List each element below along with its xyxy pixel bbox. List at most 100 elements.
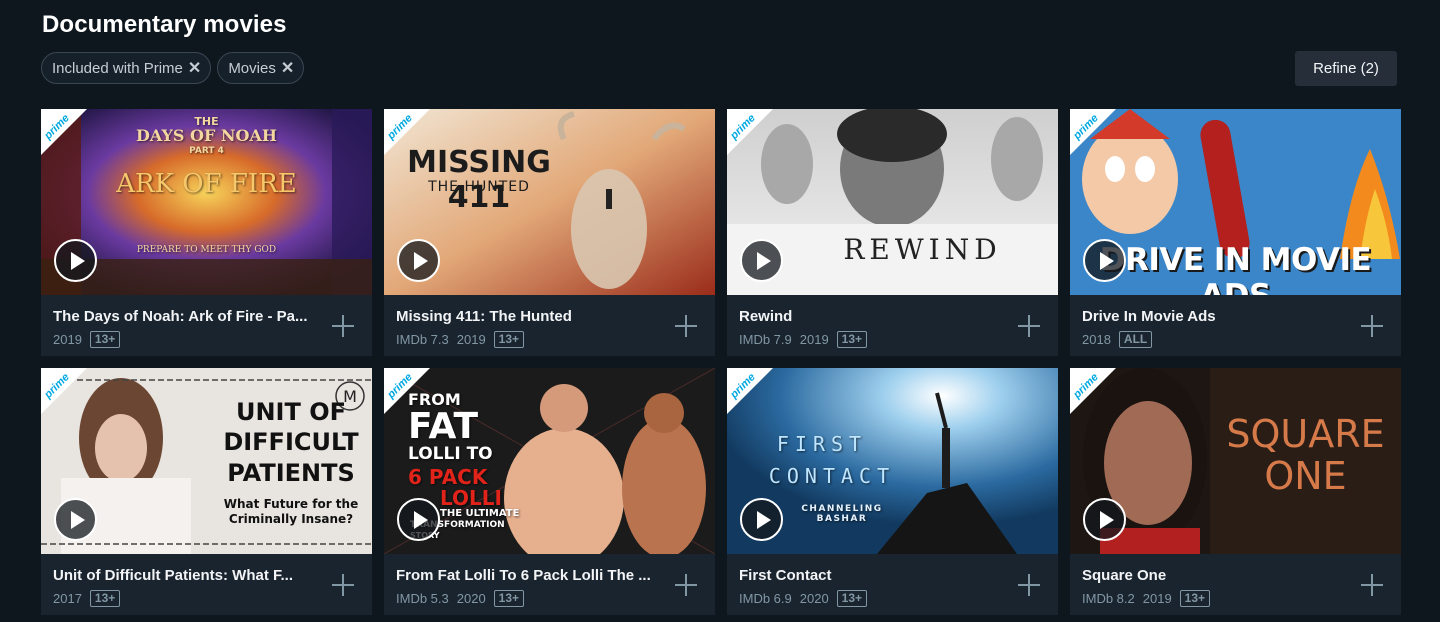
- movie-year: 2018: [1082, 332, 1111, 347]
- movie-thumbnail[interactable]: THE DAYS OF NOAH PART 4 ARK OF FIRE PREP…: [41, 109, 372, 295]
- movie-meta: 2017 13+: [53, 590, 323, 607]
- movie-info: Missing 411: The Hunted IMDb 7.3 2019 13…: [396, 308, 666, 348]
- play-button[interactable]: [397, 498, 440, 541]
- movie-thumbnail[interactable]: FIRST CONTACT CHANNELING BASHAR prime: [727, 368, 1058, 554]
- movie-title[interactable]: The Days of Noah: Ark of Fire - Pa...: [53, 308, 315, 325]
- movie-thumbnail[interactable]: M UNIT OF DIFFICULT PATIENTS What Future…: [41, 368, 372, 554]
- poster-text: CONTACT: [768, 464, 896, 488]
- poster-text: PATIENTS: [227, 459, 355, 487]
- movie-meta: IMDb 8.2 2019 13+: [1082, 590, 1352, 607]
- filter-chip-movies[interactable]: Movies ✕: [217, 52, 305, 84]
- add-to-watchlist-icon[interactable]: [1361, 315, 1383, 337]
- add-to-watchlist-icon[interactable]: [1361, 574, 1383, 596]
- add-to-watchlist-icon[interactable]: [332, 315, 354, 337]
- play-icon: [413, 251, 428, 270]
- movie-title[interactable]: From Fat Lolli To 6 Pack Lolli The ...: [396, 567, 658, 584]
- movie-title[interactable]: Rewind: [739, 308, 1001, 325]
- movie-year: 2019: [1142, 591, 1172, 606]
- movie-info: First Contact IMDb 6.9 2020 13+: [739, 567, 1009, 607]
- movie-meta: IMDb 5.3 2020 13+: [396, 590, 666, 607]
- poster-text: DAYS OF NOAH: [136, 126, 277, 145]
- play-button[interactable]: [54, 498, 97, 541]
- maturity-rating-badge: 13+: [836, 331, 868, 348]
- movie-thumbnail[interactable]: MISSING 411 THE HUNTED prime: [384, 109, 715, 295]
- poster-text: What Future for the: [223, 497, 359, 511]
- play-icon: [70, 510, 85, 529]
- poster-text: UNIT OF: [235, 398, 347, 426]
- poster-text: THE HUNTED: [428, 179, 530, 195]
- poster-text: ARK OF FIRE: [116, 169, 297, 199]
- imdb-score: IMDb 7.3: [396, 332, 449, 347]
- play-button[interactable]: [397, 239, 440, 282]
- maturity-rating-badge: 13+: [89, 331, 121, 348]
- movie-card[interactable]: THE DAYS OF NOAH PART 4 ARK OF FIRE PREP…: [41, 109, 372, 356]
- play-button[interactable]: [54, 239, 97, 282]
- movie-info: The Days of Noah: Ark of Fire - Pa... 20…: [53, 308, 323, 348]
- movie-info: Square One IMDb 8.2 2019 13+: [1082, 567, 1352, 607]
- movie-year: 2019: [456, 332, 486, 347]
- movie-card[interactable]: FIRST CONTACT CHANNELING BASHAR prime Fi…: [727, 368, 1058, 615]
- movie-card[interactable]: MISSING 411 THE HUNTED prime Missing 411…: [384, 109, 715, 356]
- filter-chips: Included with Prime ✕ Movies ✕: [41, 52, 305, 84]
- imdb-score: IMDb 5.3: [396, 591, 449, 606]
- movie-info: From Fat Lolli To 6 Pack Lolli The ... I…: [396, 567, 666, 607]
- movie-thumbnail[interactable]: FROM FAT LOLLI TO 6 PACK LOLLI THE ULTIM…: [384, 368, 715, 554]
- filter-chip-label: Included with Prime: [52, 59, 183, 77]
- play-icon: [1099, 510, 1114, 529]
- add-to-watchlist-icon[interactable]: [675, 574, 697, 596]
- poster-text: CHANNELING BASHAR: [801, 504, 883, 524]
- filter-chip-label: Movies: [228, 59, 276, 77]
- play-icon: [70, 251, 85, 270]
- movie-year: 2020: [799, 591, 829, 606]
- movie-card[interactable]: M UNIT OF DIFFICULT PATIENTS What Future…: [41, 368, 372, 615]
- play-icon: [756, 510, 771, 529]
- close-icon[interactable]: ✕: [281, 58, 294, 78]
- poster-text: REWIND: [843, 233, 1002, 266]
- play-button[interactable]: [1083, 498, 1126, 541]
- poster-text: THE ULTIMATE: [440, 508, 520, 519]
- movie-card[interactable]: SQUARE ONE prime Square One IMDb 8.2 201…: [1070, 368, 1401, 615]
- page-title: Documentary movies: [42, 11, 287, 38]
- maturity-rating-badge: ALL: [1118, 331, 1153, 348]
- movie-card[interactable]: DRIVE IN MOVIE ADS prime Drive In Movie …: [1070, 109, 1401, 356]
- add-to-watchlist-icon[interactable]: [675, 315, 697, 337]
- play-button[interactable]: [740, 239, 783, 282]
- add-to-watchlist-icon[interactable]: [332, 574, 354, 596]
- movie-title[interactable]: Unit of Difficult Patients: What F...: [53, 567, 315, 584]
- movie-thumbnail[interactable]: REWIND prime: [727, 109, 1058, 295]
- movie-title[interactable]: Missing 411: The Hunted: [396, 308, 658, 325]
- maturity-rating-badge: 13+: [1179, 590, 1211, 607]
- movie-title[interactable]: Square One: [1082, 567, 1344, 584]
- movie-title[interactable]: Drive In Movie Ads: [1082, 308, 1344, 325]
- poster-text: ONE: [1264, 454, 1347, 498]
- movie-meta: IMDb 7.3 2019 13+: [396, 331, 666, 348]
- movie-thumbnail[interactable]: SQUARE ONE prime: [1070, 368, 1401, 554]
- movie-year: 2017: [53, 591, 82, 606]
- movie-card[interactable]: REWIND prime Rewind IMDb 7.9 2019 13+: [727, 109, 1058, 356]
- movie-title[interactable]: First Contact: [739, 567, 1001, 584]
- refine-button[interactable]: Refine (2): [1295, 51, 1397, 86]
- movie-meta: 2018 ALL: [1082, 331, 1352, 348]
- play-icon: [413, 510, 428, 529]
- poster-text: LOLLI: [440, 486, 502, 510]
- imdb-score: IMDb 8.2: [1082, 591, 1135, 606]
- poster-text: SQUARE: [1226, 412, 1385, 456]
- maturity-rating-badge: 13+: [493, 331, 525, 348]
- movie-year: 2020: [456, 591, 486, 606]
- movie-card[interactable]: FROM FAT LOLLI TO 6 PACK LOLLI THE ULTIM…: [384, 368, 715, 615]
- movie-meta: IMDb 7.9 2019 13+: [739, 331, 1009, 348]
- add-to-watchlist-icon[interactable]: [1018, 574, 1040, 596]
- close-icon[interactable]: ✕: [188, 58, 201, 78]
- movie-year: 2019: [53, 332, 82, 347]
- imdb-score: IMDb 6.9: [739, 591, 792, 606]
- maturity-rating-badge: 13+: [836, 590, 868, 607]
- play-button[interactable]: [740, 498, 783, 541]
- imdb-score: IMDb 7.9: [739, 332, 792, 347]
- movie-info: Drive In Movie Ads 2018 ALL: [1082, 308, 1352, 348]
- movie-info: Unit of Difficult Patients: What F... 20…: [53, 567, 323, 607]
- filter-chip-prime[interactable]: Included with Prime ✕: [41, 52, 212, 84]
- maturity-rating-badge: 13+: [493, 590, 525, 607]
- play-button[interactable]: [1083, 239, 1126, 282]
- add-to-watchlist-icon[interactable]: [1018, 315, 1040, 337]
- movie-thumbnail[interactable]: DRIVE IN MOVIE ADS prime: [1070, 109, 1401, 295]
